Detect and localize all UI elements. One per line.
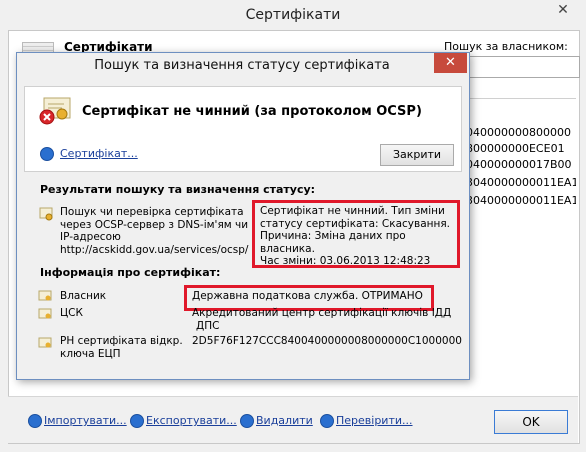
csk-line: ДПС: [196, 319, 220, 332]
window-title: Сертифікати: [0, 0, 586, 30]
status-line: Причина: Зміна даних про власника.: [260, 230, 406, 255]
list-item[interactable]: 3040000000011EA1: [466, 175, 576, 191]
csk-label: ЦСК: [60, 307, 83, 319]
check-line: IP-адресою: [60, 231, 121, 243]
check-line: http://acskidd.gov.ua/services/ocsp/: [60, 243, 249, 256]
list-item[interactable]: 040000000017B00: [466, 157, 576, 173]
status-line: статусу сертифіката: Скасування.: [260, 217, 451, 230]
verify-icon: [320, 414, 334, 428]
info-heading: Інформація про сертифікат:: [40, 266, 221, 279]
serial-label-line: ключа ЕЦП: [60, 347, 121, 360]
window-close-icon[interactable]: ✕: [546, 0, 580, 22]
status-line: Сертифікат не чинний. Тип зміни: [260, 205, 445, 217]
status-details: Сертифікат не чинний. Тип зміни статусу …: [260, 205, 456, 268]
dialog-close-icon[interactable]: ✕: [434, 53, 467, 73]
list-item[interactable]: 040000000800000: [466, 125, 576, 141]
check-line: Пошук чи перевірка сертифіката: [60, 206, 244, 218]
status-line: Час зміни: 03.06.2013 12:48:23: [260, 255, 431, 267]
csk-certificate-icon: [38, 308, 52, 319]
csk-line: Акредитований центр сертифікації ключів …: [192, 307, 452, 319]
list-item[interactable]: 3040000000011EA1: [466, 193, 576, 209]
delete-button[interactable]: Видалити: [256, 414, 313, 427]
serial-value: 2D5F76F127CCC8400400000008000000C1000000: [192, 335, 462, 347]
ok-button[interactable]: OK: [494, 410, 568, 434]
invalid-certificate-icon: [39, 97, 71, 125]
status-heading: Сертифікат не чинний (за протоколом OCSP…: [82, 104, 422, 119]
owner-certificate-icon: [38, 290, 52, 301]
import-button[interactable]: Імпортувати...: [44, 414, 127, 427]
check-description: Пошук чи перевірка сертифіката через OCS…: [60, 206, 250, 256]
delete-icon: [240, 414, 254, 428]
dialog-title: Пошук та визначення статусу сертифіката: [94, 58, 390, 73]
certificate-link-icon: [40, 147, 54, 161]
import-icon: [28, 414, 42, 428]
key-certificate-icon: [38, 337, 52, 348]
close-button[interactable]: Закрити: [380, 144, 454, 166]
check-line: через OCSP-сервер з DNS-ім'ям чи: [60, 218, 249, 231]
certificate-link[interactable]: Сертифікат...: [60, 147, 138, 160]
export-button[interactable]: Експортувати...: [146, 414, 237, 427]
serial-label-line: РН сертифіката відкр.: [60, 335, 183, 347]
ocsp-server-icon: [39, 207, 53, 221]
export-icon: [130, 414, 144, 428]
list-item[interactable]: 800000000ECE01: [466, 141, 576, 157]
csk-value: Акредитований центр сертифікації ключів …: [192, 307, 451, 332]
serial-label: РН сертифіката відкр. ключа ЕЦП: [60, 335, 183, 360]
owner-value: Державна податкова служба. ОТРИМАНО: [192, 290, 423, 302]
results-heading: Результати пошуку та визначення статусу:: [40, 183, 316, 196]
verify-button[interactable]: Перевірити...: [336, 414, 413, 427]
owner-label: Власник: [60, 290, 107, 302]
certificate-list[interactable]: 040000000800000 800000000ECE01 040000000…: [466, 98, 576, 379]
